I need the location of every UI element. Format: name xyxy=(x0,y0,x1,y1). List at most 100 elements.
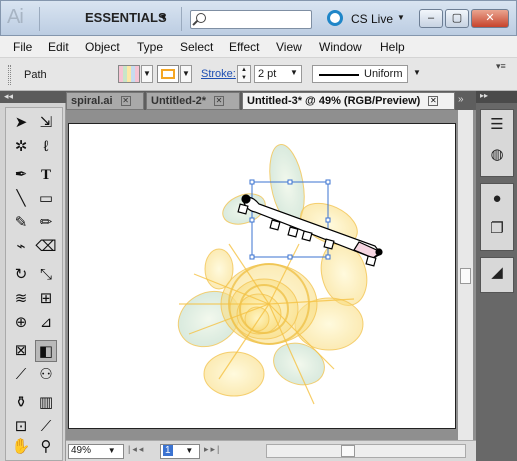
free-transform-icon[interactable]: ⊞ xyxy=(35,288,57,310)
symbols-panel-icon[interactable]: ❐ xyxy=(481,214,513,244)
panel-group: ● ❐ xyxy=(480,183,514,251)
horizontal-scrollbar[interactable] xyxy=(266,444,466,458)
eyedropper-icon[interactable]: ⟋ xyxy=(10,364,32,386)
tab-label: Untitled-3* @ 49% (RGB/Preview) xyxy=(247,95,421,107)
app-logo: Ai xyxy=(7,6,24,28)
perspective-grid-icon[interactable]: ⊿ xyxy=(35,312,57,334)
menu-effect[interactable]: Effect xyxy=(229,40,259,54)
artboard-icon[interactable]: ⊡ xyxy=(10,416,32,438)
shape-builder-icon[interactable]: ⊕ xyxy=(10,312,32,334)
document-area: spiral.ai ✕ Untitled-2* ✕ Untitled-3* @ 49… xyxy=(66,91,476,461)
stroke-weight-stepper[interactable]: ▲ ▼ xyxy=(237,65,251,83)
grip-handle[interactable] xyxy=(8,65,11,85)
search-input[interactable] xyxy=(190,10,312,29)
panel-group: ◢ xyxy=(480,257,514,293)
artboard-nav-forward-icon[interactable]: ▸▸| xyxy=(204,444,221,455)
workspace-switcher[interactable]: ESSENTIALS xyxy=(85,10,167,25)
profile-preview-line xyxy=(319,74,359,76)
stroke-swatch[interactable] xyxy=(157,65,179,83)
menu-edit[interactable]: Edit xyxy=(48,40,69,54)
zoom-level-select[interactable]: 49% ▼ xyxy=(68,444,124,459)
status-bar: 49% ▼ |◂◂ 1 ▼ ▸▸| xyxy=(66,440,476,461)
rectangle-icon[interactable]: ▭ xyxy=(35,188,57,210)
cs-live-icon[interactable] xyxy=(327,10,343,26)
lasso-icon[interactable]: ℓ xyxy=(35,136,57,158)
rotate-icon[interactable]: ↻ xyxy=(10,264,32,286)
panel-group: ☰ ◍ xyxy=(480,109,514,177)
title-separator xyxy=(181,7,182,31)
close-icon[interactable]: ✕ xyxy=(120,96,131,107)
chevron-down-icon[interactable]: ▼ xyxy=(159,12,168,22)
close-icon[interactable]: ✕ xyxy=(214,96,224,107)
blob-brush-icon[interactable]: ⌁ xyxy=(10,236,32,258)
spiral-artwork xyxy=(177,144,368,405)
chevron-down-icon[interactable]: ▼ xyxy=(290,68,298,77)
tab-spiral[interactable]: spiral.ai ✕ xyxy=(66,92,144,110)
fill-swatch[interactable] xyxy=(118,65,140,83)
scroll-thumb[interactable] xyxy=(460,268,471,284)
minimize-button[interactable]: – xyxy=(419,9,443,28)
panel-menu-icon[interactable]: ▾≡ xyxy=(496,61,506,72)
blend-icon[interactable]: ⚇ xyxy=(35,364,57,386)
stroke-panel-icon[interactable]: ◢ xyxy=(481,258,513,288)
maximize-button[interactable]: ▢ xyxy=(445,9,469,28)
pencil-icon[interactable]: ✏ xyxy=(35,212,57,234)
page-number: 1 xyxy=(163,445,173,456)
variable-width-profile-select[interactable]: Uniform xyxy=(312,65,408,83)
artboard-nav-back-icon[interactable]: |◂◂ xyxy=(128,444,145,455)
pen-icon[interactable]: ✒ xyxy=(10,164,32,186)
menu-view[interactable]: View xyxy=(276,40,302,54)
menu-object[interactable]: Object xyxy=(85,40,120,54)
menu-window[interactable]: Window xyxy=(319,40,362,54)
search-icon-handle xyxy=(192,20,198,26)
artwork-canvas[interactable] xyxy=(69,124,455,428)
scroll-thumb[interactable] xyxy=(341,445,355,457)
title-bar: Ai ESSENTIALS ▼ CS Live ▼ – ▢ ✕ xyxy=(0,0,517,36)
hand-icon[interactable]: ✋ xyxy=(10,436,32,458)
eraser-icon[interactable]: ⌫ xyxy=(35,236,57,258)
color-panel-icon[interactable]: ☰ xyxy=(481,110,513,140)
artboard[interactable] xyxy=(68,123,456,429)
chevron-down-icon[interactable]: ▼ xyxy=(141,65,153,83)
chevron-down-icon[interactable]: ▼ xyxy=(180,65,192,83)
mesh-icon[interactable]: ⊠ xyxy=(10,340,32,362)
tab-overflow-icon[interactable]: » xyxy=(458,94,464,105)
panel-dock: ▸▸ ☰ ◍ ● ❐ ◢ xyxy=(476,91,517,461)
collapse-icon[interactable]: ◂◂ xyxy=(0,91,66,103)
tab-label: spiral.ai xyxy=(71,95,113,107)
tool-grid: ➤ ⇲ ✲ ℓ ✒ T ╲ ▭ ✎ ✏ ⌁ ⌫ ↻ ⤡ ≋ ⊞ ⊕ ⊿ ⊠ ◧ … xyxy=(5,107,63,461)
line-segment-icon[interactable]: ╲ xyxy=(10,188,32,210)
menu-type[interactable]: Type xyxy=(137,40,163,54)
tab-untitled-3[interactable]: Untitled-3* @ 49% (RGB/Preview) ✕ xyxy=(242,92,455,110)
artboard-number-field[interactable]: 1 ▼ xyxy=(160,444,200,459)
close-icon[interactable]: ✕ xyxy=(428,96,439,107)
selection-arrow-icon[interactable]: ➤ xyxy=(10,112,32,134)
tab-untitled-2[interactable]: Untitled-2* ✕ xyxy=(146,92,240,110)
stroke-color-indicator xyxy=(161,69,175,79)
symbol-sprayer-icon[interactable]: ⚱ xyxy=(10,392,32,414)
selection-type-label: Path xyxy=(24,69,47,81)
paintbrush-icon[interactable]: ✎ xyxy=(10,212,32,234)
chevron-down-icon[interactable]: ▼ xyxy=(397,13,405,22)
expand-panels-icon[interactable]: ▸▸ xyxy=(476,91,517,103)
slice-icon[interactable]: ⟋ xyxy=(35,416,57,438)
chevron-down-icon[interactable]: ▼ xyxy=(413,68,421,77)
vertical-scrollbar[interactable] xyxy=(458,110,473,440)
close-button[interactable]: ✕ xyxy=(471,9,509,28)
warp-icon[interactable]: ≋ xyxy=(10,288,32,310)
zoom-icon[interactable]: ⚲ xyxy=(35,436,57,458)
magic-wand-icon[interactable]: ✲ xyxy=(10,136,32,158)
menu-file[interactable]: File xyxy=(13,40,32,54)
title-separator xyxy=(39,7,40,31)
scale-icon[interactable]: ⤡ xyxy=(35,264,57,286)
column-graph-icon[interactable]: ▥ xyxy=(35,392,57,414)
menu-help[interactable]: Help xyxy=(380,40,405,54)
brushes-panel-icon[interactable]: ● xyxy=(481,184,513,214)
menu-select[interactable]: Select xyxy=(180,40,213,54)
direct-selection-icon[interactable]: ⇲ xyxy=(35,112,57,134)
type-icon[interactable]: T xyxy=(35,164,57,186)
swatches-panel-icon[interactable]: ◍ xyxy=(481,140,513,170)
cs-live-label[interactable]: CS Live xyxy=(351,12,393,26)
gradient-icon[interactable]: ◧ xyxy=(35,340,57,362)
stroke-panel-link[interactable]: Stroke: xyxy=(201,68,236,80)
